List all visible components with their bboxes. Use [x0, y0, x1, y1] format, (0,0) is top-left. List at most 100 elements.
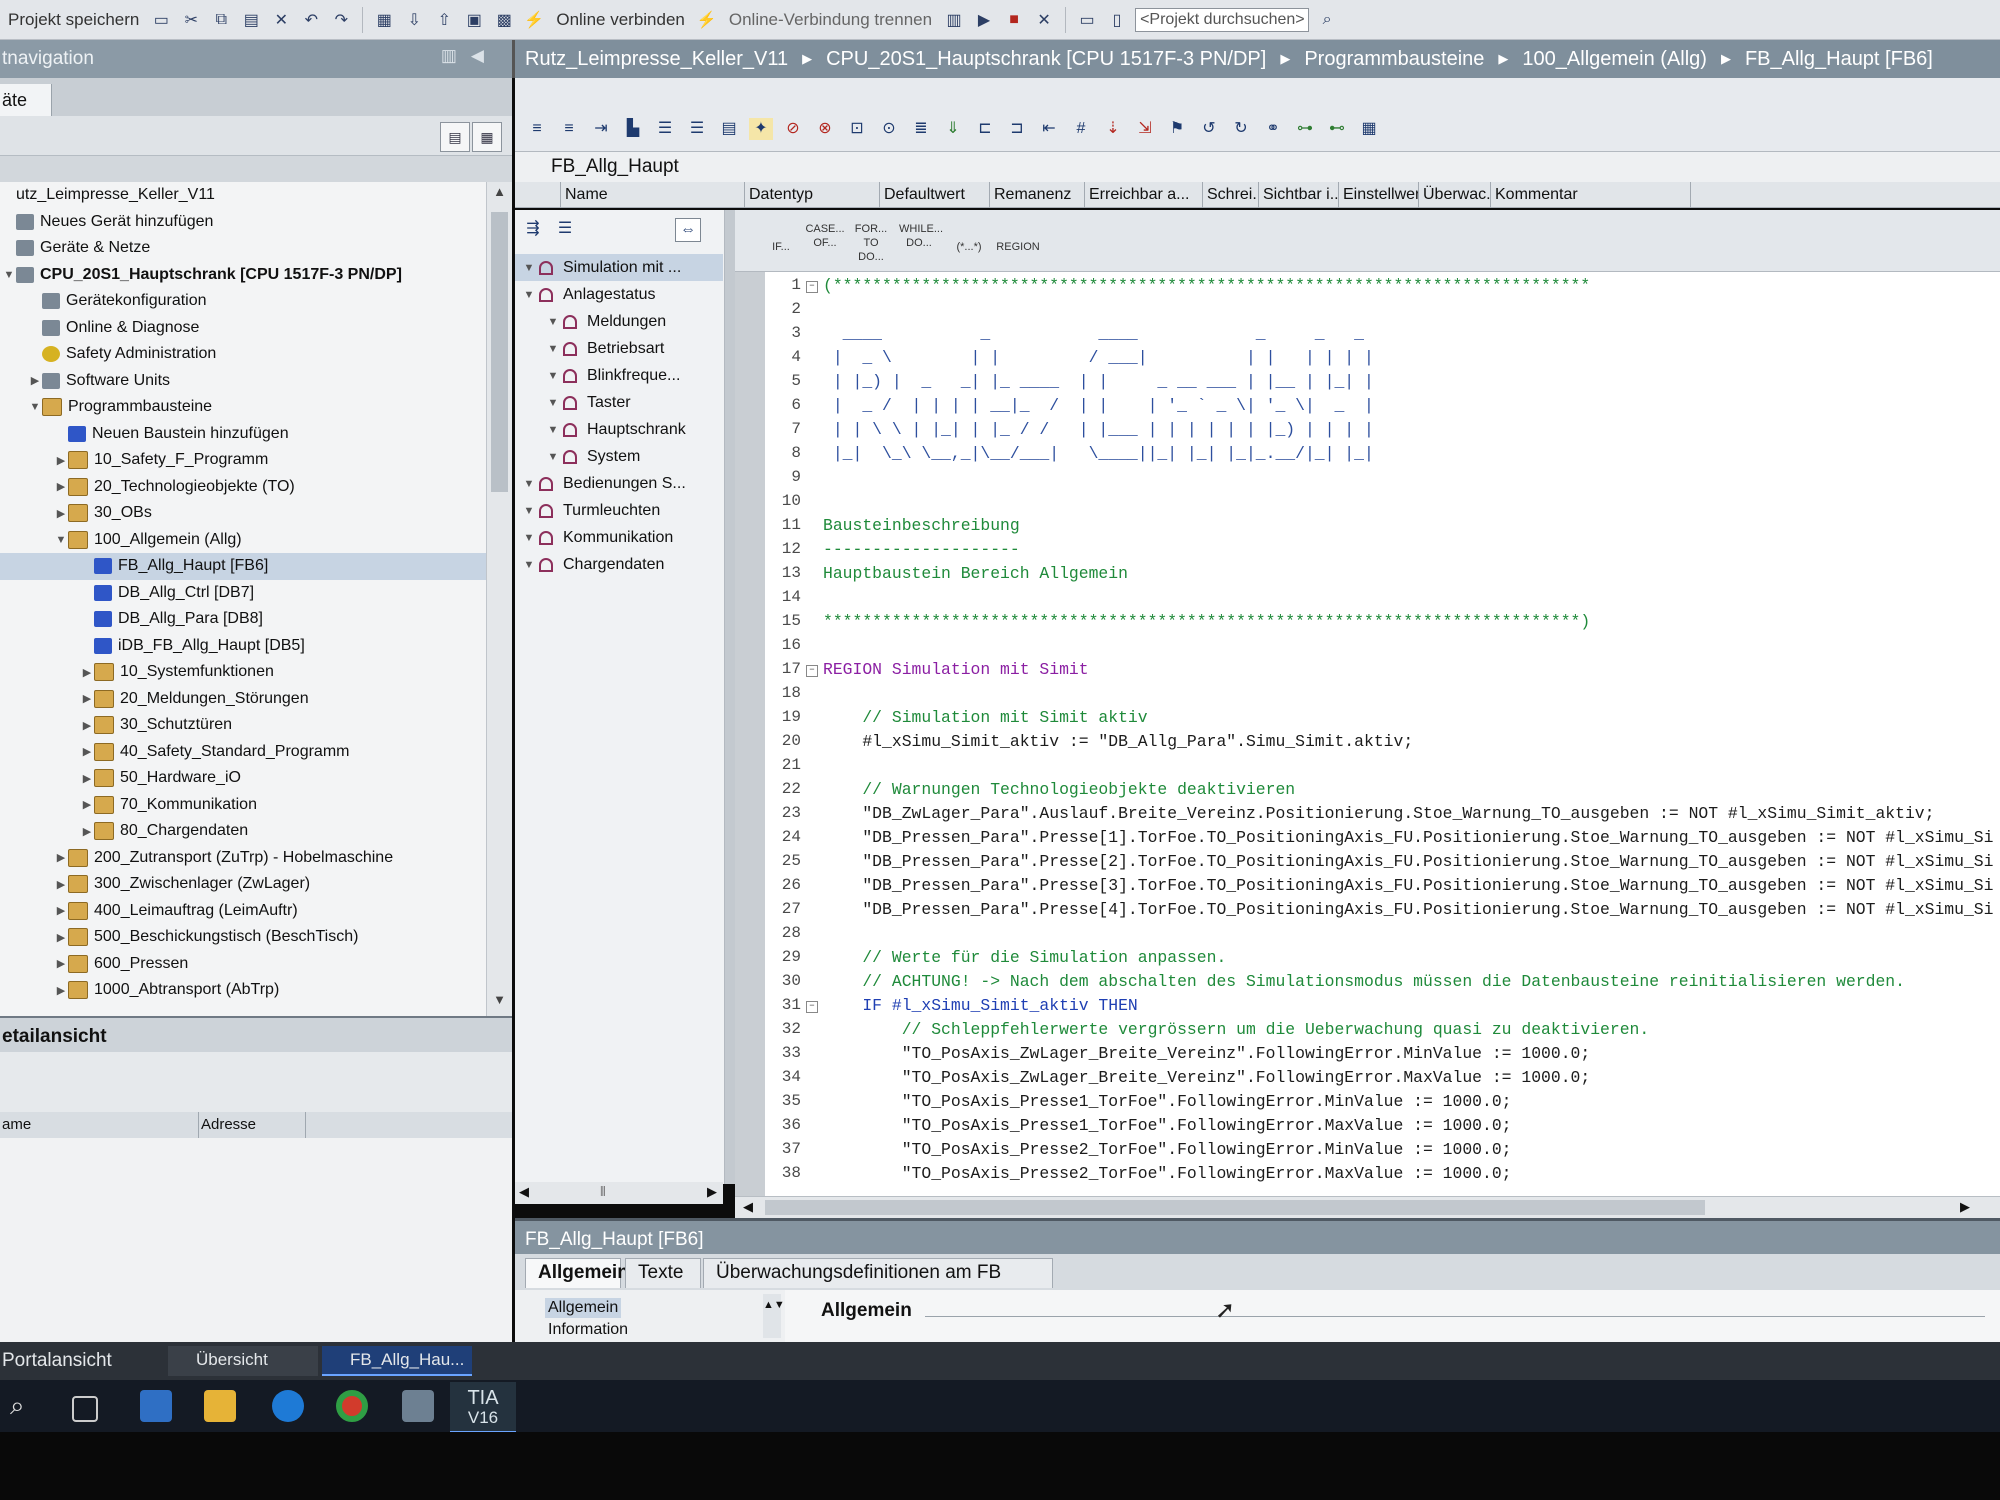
- region-item[interactable]: ▼ Bedienungen S...: [515, 470, 723, 497]
- properties-tab[interactable]: Überwachungsdefinitionen am FB: [703, 1258, 1053, 1288]
- scl-code-editor[interactable]: 1− (*************************************…: [765, 272, 2000, 1196]
- breadcrumb-item[interactable]: 100_Allgemein (Allg): [1522, 48, 1707, 71]
- tree-item[interactable]: Online & Diagnose: [0, 315, 486, 342]
- outdent-icon[interactable]: ☰: [685, 118, 709, 140]
- undo-icon[interactable]: ↶: [299, 7, 323, 33]
- code-line[interactable]: 18: [765, 684, 2000, 708]
- snippet-button[interactable]: IF...: [761, 240, 801, 254]
- expanded-arrow-icon[interactable]: ▼: [519, 559, 539, 571]
- tree-item[interactable]: ▶ 10_Systemfunktionen: [0, 659, 486, 686]
- scroll-right-icon[interactable]: ▶: [1960, 1199, 1970, 1215]
- tree-item[interactable]: ▶ 200_Zutransport (ZuTrp) - Hobelmaschine: [0, 845, 486, 872]
- expand-all-icon[interactable]: ⇶: [521, 218, 545, 240]
- region-item[interactable]: ▼ Simulation mit ...: [515, 254, 723, 281]
- properties-icon[interactable]: ▦: [472, 122, 502, 152]
- fold-toggle-icon[interactable]: −: [806, 665, 818, 677]
- collapsed-arrow-icon[interactable]: ▶: [54, 851, 68, 864]
- snippet-button[interactable]: (*...*): [949, 240, 989, 254]
- simulation-icon[interactable]: ▣: [462, 7, 486, 33]
- print-icon[interactable]: ▭: [149, 7, 173, 33]
- tree-item[interactable]: ▼ 100_Allgemein (Allg): [0, 527, 486, 554]
- code-line[interactable]: 22 // Warnungen Technologieobjekte deakt…: [765, 780, 2000, 804]
- list-icon[interactable]: ≣: [909, 118, 933, 140]
- download-block-icon[interactable]: ⇓: [941, 118, 965, 140]
- interface-column-header[interactable]: Name: [561, 181, 745, 208]
- block-interface-title[interactable]: FB_Allg_Haupt: [515, 152, 2000, 182]
- scrollbar-thumb[interactable]: [765, 1200, 1705, 1215]
- tree-item[interactable]: iDB_FB_Allg_Haupt [DB5]: [0, 633, 486, 660]
- interface-column-header[interactable]: Defaultwert: [880, 181, 990, 208]
- tree-item[interactable]: Gerätekonfiguration: [0, 288, 486, 315]
- monitor-all-icon[interactable]: ⊶: [1293, 118, 1317, 140]
- interface-column-header[interactable]: Überwac...: [1419, 181, 1491, 208]
- panel-splitter[interactable]: [725, 210, 735, 1184]
- task-view-icon[interactable]: [72, 1396, 98, 1422]
- collapsed-arrow-icon[interactable]: ▶: [54, 480, 68, 493]
- code-line[interactable]: 13 Hauptbaustein Bereich Allgemein: [765, 564, 2000, 588]
- expanded-arrow-icon[interactable]: ▼: [543, 343, 563, 355]
- expanded-arrow-icon[interactable]: ▼: [28, 401, 42, 413]
- properties-tab[interactable]: Texte: [625, 1258, 701, 1288]
- collapsed-arrow-icon[interactable]: ▶: [54, 957, 68, 970]
- portal-view-button[interactable]: Portalansicht: [2, 1350, 112, 1372]
- code-line[interactable]: 4 | _ \ | | / ___| | | | | | |: [765, 348, 2000, 372]
- code-line[interactable]: 34 "TO_PosAxis_ZwLager_Breite_Vereinz".F…: [765, 1068, 2000, 1092]
- project-tree-scrollbar[interactable]: ▲ ▼: [486, 182, 512, 1016]
- expanded-arrow-icon[interactable]: ▼: [519, 532, 539, 544]
- region-item[interactable]: ▼ Turmleuchten: [515, 497, 723, 524]
- snippet-button[interactable]: FOR... TO DO...: [851, 222, 891, 264]
- code-line[interactable]: 37 "TO_PosAxis_Presse2_TorFoe".Following…: [765, 1140, 2000, 1164]
- split-horizontal-icon[interactable]: ▭: [1075, 7, 1099, 33]
- tree-item[interactable]: ▶ 1000_Abtransport (AbTrp): [0, 977, 486, 1004]
- edge-icon[interactable]: [272, 1390, 304, 1422]
- expanded-arrow-icon[interactable]: ▼: [543, 451, 563, 463]
- tree-item[interactable]: ▶ 10_Safety_F_Programm: [0, 447, 486, 474]
- jump-icon[interactable]: ⇲: [1133, 118, 1157, 140]
- code-line[interactable]: 21: [765, 756, 2000, 780]
- code-line[interactable]: 26 "DB_Pressen_Para".Presse[3].TorFoe.TO…: [765, 876, 2000, 900]
- code-line[interactable]: 32 // Schleppfehlerwerte vergrössern um …: [765, 1020, 2000, 1044]
- collapse-panel-icon[interactable]: ▥◀: [441, 46, 498, 66]
- collapsed-arrow-icon[interactable]: ▶: [80, 825, 94, 838]
- code-line[interactable]: 11 Bausteinbeschreibung: [765, 516, 2000, 540]
- comment-icon[interactable]: ⊏: [973, 118, 997, 140]
- code-line[interactable]: 12 --------------------: [765, 540, 2000, 564]
- tree-item[interactable]: FB_Allg_Haupt [FB6]: [0, 553, 486, 580]
- go-offline-button[interactable]: Online-Verbindung trennen: [725, 10, 936, 30]
- insert-row-icon[interactable]: ≡: [525, 118, 549, 140]
- collapsed-arrow-icon[interactable]: ▶: [80, 772, 94, 785]
- code-line[interactable]: 25 "DB_Pressen_Para".Presse[2].TorFoe.TO…: [765, 852, 2000, 876]
- clear-breakpoint-icon[interactable]: ⊗: [813, 118, 837, 140]
- region-item[interactable]: ▼ System: [515, 443, 723, 470]
- watch-icon[interactable]: ⊙: [877, 118, 901, 140]
- expanded-arrow-icon[interactable]: ▼: [543, 316, 563, 328]
- expanded-arrow-icon[interactable]: ▼: [54, 534, 68, 546]
- app-icon[interactable]: [402, 1390, 434, 1422]
- tree-item[interactable]: ▶ 80_Chargendaten: [0, 818, 486, 845]
- code-line[interactable]: 6 | _ / | | | | __|_ / | | | '_ ` _ \| '…: [765, 396, 2000, 420]
- expanded-arrow-icon[interactable]: ▼: [519, 505, 539, 517]
- delete-icon[interactable]: ✕: [269, 7, 293, 33]
- breadcrumb-item[interactable]: Rutz_Leimpresse_Keller_V11: [525, 48, 788, 71]
- code-line[interactable]: 29 // Werte für die Simulation anpassen.: [765, 948, 2000, 972]
- expanded-arrow-icon[interactable]: ▼: [543, 370, 563, 382]
- code-line[interactable]: 15 **************************************…: [765, 612, 2000, 636]
- grid-icon[interactable]: #: [1069, 118, 1093, 140]
- collapsed-arrow-icon[interactable]: ▶: [80, 666, 94, 679]
- editor-tab[interactable]: FB_Allg_Hau...: [322, 1346, 472, 1376]
- snippet-button[interactable]: WHILE... DO...: [899, 222, 943, 250]
- expanded-arrow-icon[interactable]: ▼: [543, 397, 563, 409]
- interface-column-header[interactable]: Sichtbar i...: [1259, 181, 1339, 208]
- save-project-button[interactable]: Projekt speichern: [4, 10, 143, 30]
- tree-item[interactable]: ▶ 20_Meldungen_Störungen: [0, 686, 486, 713]
- redo-icon[interactable]: ↷: [329, 7, 353, 33]
- tree-item[interactable]: Safety Administration: [0, 341, 486, 368]
- collapsed-arrow-icon[interactable]: ▶: [80, 719, 94, 732]
- upload-icon[interactable]: ⇧: [432, 7, 456, 33]
- detail-col-name[interactable]: ame: [0, 1112, 199, 1138]
- code-line[interactable]: 33 "TO_PosAxis_ZwLager_Breite_Vereinz".F…: [765, 1044, 2000, 1068]
- link-icon[interactable]: ⚭: [1261, 118, 1285, 140]
- code-line[interactable]: 16: [765, 636, 2000, 660]
- tree-item[interactable]: ▶ 30_Schutztüren: [0, 712, 486, 739]
- code-line[interactable]: 1− (*************************************…: [765, 276, 2000, 300]
